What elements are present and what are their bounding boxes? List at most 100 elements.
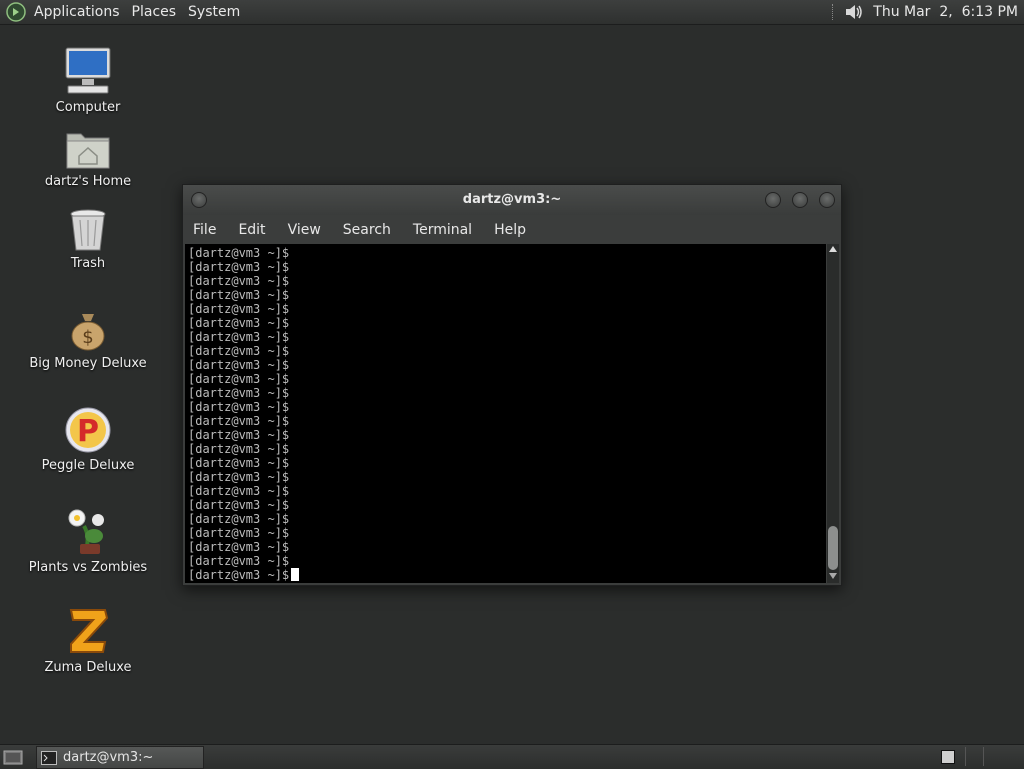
clock[interactable]: Thu Mar 2, 6:13 PM [873, 4, 1018, 20]
computer-icon [65, 47, 111, 94]
window-titlebar[interactable]: dartz@vm3:~ [183, 185, 841, 215]
system-menu[interactable]: System [182, 4, 246, 20]
terminal-prompt: [dartz@vm3 ~]$ [188, 372, 290, 386]
trash-icon [70, 209, 106, 251]
show-desktop-icon[interactable] [3, 748, 23, 766]
terminal-line: [dartz@vm3 ~]$ [188, 316, 826, 330]
terminal-line: [dartz@vm3 ~]$ [188, 330, 826, 344]
terminal-line: [dartz@vm3 ~]$ [188, 456, 826, 470]
terminal-prompt: [dartz@vm3 ~]$ [188, 470, 290, 484]
terminal-prompt: [dartz@vm3 ~]$ [188, 498, 290, 512]
terminal-line: [dartz@vm3 ~]$ [188, 540, 826, 554]
terminal-prompt: [dartz@vm3 ~]$ [188, 274, 290, 288]
plants-vs-zombies-icon [68, 509, 104, 554]
maximize-button[interactable] [792, 192, 808, 208]
panel-tray: Thu Mar 2, 6:13 PM [832, 0, 1024, 24]
terminal-line: [dartz@vm3 ~]$ [188, 470, 826, 484]
terminal-prompt: [dartz@vm3 ~]$ [188, 330, 290, 344]
peggle-icon: P [65, 407, 111, 453]
places-menu[interactable]: Places [126, 4, 183, 20]
terminal-prompt: [dartz@vm3 ~]$ [188, 246, 290, 260]
desktop-icon-label: Computer [55, 100, 121, 115]
applications-menu[interactable]: Applications [28, 4, 126, 20]
terminal-lines: [dartz@vm3 ~]$ [dartz@vm3 ~]$ [dartz@vm3 ~… [185, 244, 826, 582]
terminal-cursor [291, 568, 300, 581]
terminal-prompt: [dartz@vm3 ~]$ [188, 512, 290, 526]
menu-edit[interactable]: Edit [227, 222, 276, 238]
terminal-prompt: [dartz@vm3 ~]$ [188, 302, 290, 316]
top-panel: Applications Places System Thu Mar 2, 6:… [0, 0, 1024, 25]
terminal-line: [dartz@vm3 ~]$ [188, 400, 826, 414]
svg-text:P: P [77, 414, 99, 449]
terminal-line: [dartz@vm3 ~]$ [188, 554, 826, 568]
terminal-prompt: [dartz@vm3 ~]$ [188, 414, 290, 428]
terminal-prompt: [dartz@vm3 ~]$ [188, 484, 290, 498]
terminal-prompt: [dartz@vm3 ~]$ [188, 554, 290, 568]
terminal-window[interactable]: dartz@vm3:~ File Edit View Search Termin… [182, 184, 842, 586]
terminal-prompt: [dartz@vm3 ~]$ [188, 456, 290, 470]
desktop-icon-home[interactable]: dartz's Home [28, 128, 148, 189]
volume-icon[interactable] [843, 2, 865, 22]
menu-terminal[interactable]: Terminal [402, 222, 483, 238]
menu-search[interactable]: Search [332, 222, 402, 238]
taskbar-terminal-button[interactable]: dartz@vm3:~ [36, 746, 204, 769]
minimize-button[interactable] [765, 192, 781, 208]
desktop-icon-pvz[interactable]: Plants vs Zombies [28, 506, 148, 575]
scrollbar-thumb[interactable] [828, 526, 838, 570]
svg-text:$: $ [82, 327, 93, 348]
desktop-icon-trash[interactable]: Trash [28, 208, 148, 271]
workspace-1[interactable] [941, 750, 955, 764]
desktop-icon-label: Peggle Deluxe [41, 458, 135, 473]
terminal-prompt: [dartz@vm3 ~]$ [188, 428, 290, 442]
terminal-line: [dartz@vm3 ~]$ [188, 484, 826, 498]
terminal-prompt: [dartz@vm3 ~]$ [188, 260, 290, 274]
desktop-icon-big-money[interactable]: $ Big Money Deluxe [28, 310, 148, 371]
terminal-output[interactable]: [dartz@vm3 ~]$ [dartz@vm3 ~]$ [dartz@vm3 ~… [185, 244, 826, 583]
terminal-line: [dartz@vm3 ~]$ [188, 302, 826, 316]
window-title: dartz@vm3:~ [462, 192, 562, 207]
terminal-line: [dartz@vm3 ~]$ [188, 526, 826, 540]
terminal-line: [dartz@vm3 ~]$ [188, 288, 826, 302]
home-folder-icon [66, 133, 110, 169]
terminal-line: [dartz@vm3 ~]$ [188, 274, 826, 288]
money-bag-icon: $ [71, 314, 105, 351]
scroll-down-arrow-icon[interactable] [829, 573, 837, 579]
menu-help[interactable]: Help [483, 222, 537, 238]
terminal-scrollbar[interactable] [827, 244, 839, 583]
terminal-line: [dartz@vm3 ~]$ [188, 344, 826, 358]
desktop-icon-label: Big Money Deluxe [29, 356, 147, 371]
workspace-switcher[interactable] [965, 747, 1020, 766]
bottom-panel: dartz@vm3:~ [0, 744, 1024, 769]
menu-view[interactable]: View [277, 222, 332, 238]
terminal-menubar: File Edit View Search Terminal Help [183, 217, 841, 243]
gnome-menu-icon[interactable] [6, 2, 26, 22]
terminal-line: [dartz@vm3 ~]$ [188, 512, 826, 526]
terminal-line: [dartz@vm3 ~]$ [188, 260, 826, 274]
desktop-icon-zuma[interactable]: Zuma Deluxe [28, 606, 148, 675]
terminal-prompt: [dartz@vm3 ~]$ [188, 288, 290, 302]
zuma-icon [69, 609, 109, 653]
terminal-prompt: [dartz@vm3 ~]$ [188, 526, 290, 540]
desktop-icon-label: Plants vs Zombies [28, 560, 148, 575]
terminal-prompt: [dartz@vm3 ~]$ [188, 568, 290, 582]
desktop-icon-label: Zuma Deluxe [44, 660, 132, 675]
desktop-icon-computer[interactable]: Computer [28, 46, 148, 115]
panel-separator [832, 4, 837, 20]
terminal-prompt: [dartz@vm3 ~]$ [188, 400, 290, 414]
terminal-line: [dartz@vm3 ~]$ [188, 246, 826, 260]
desktop-icon-label: Trash [70, 256, 106, 271]
scroll-up-arrow-icon[interactable] [829, 246, 837, 252]
terminal-line: [dartz@vm3 ~]$ [188, 386, 826, 400]
terminal-prompt: [dartz@vm3 ~]$ [188, 540, 290, 554]
terminal-prompt: [dartz@vm3 ~]$ [188, 316, 290, 330]
close-button[interactable] [819, 192, 835, 208]
terminal-line: [dartz@vm3 ~]$ [188, 428, 826, 442]
menu-file[interactable]: File [183, 222, 227, 238]
terminal-line: [dartz@vm3 ~]$ [188, 414, 826, 428]
terminal-line: [dartz@vm3 ~]$ [188, 358, 826, 372]
terminal-prompt: [dartz@vm3 ~]$ [188, 344, 290, 358]
desktop-icon-peggle[interactable]: P Peggle Deluxe [28, 406, 148, 473]
terminal-line: [dartz@vm3 ~]$ [188, 498, 826, 512]
terminal-line: [dartz@vm3 ~]$ [188, 568, 826, 582]
desktop-icon-label: dartz's Home [44, 174, 132, 189]
